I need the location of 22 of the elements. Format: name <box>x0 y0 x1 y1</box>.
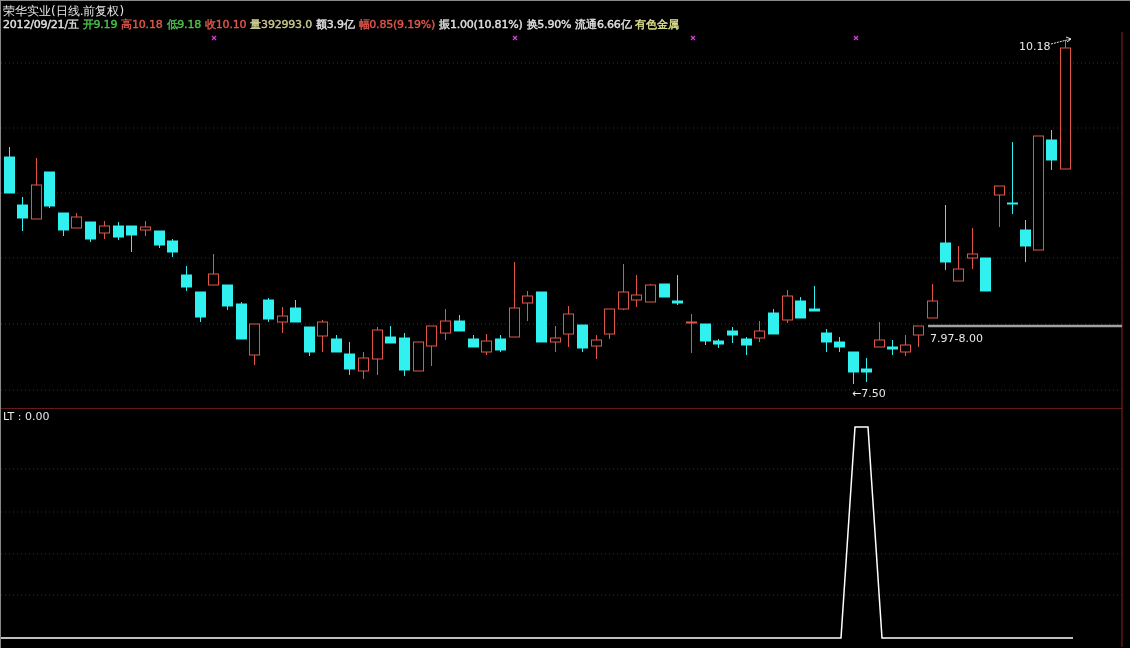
quote-value: 幅0.85(9.19%) <box>358 18 436 32</box>
cross-mark-icon <box>512 35 518 41</box>
quote-value: 高10.18 <box>121 18 163 32</box>
quote-value: 有色金属 <box>635 18 679 32</box>
quote-value: 振1.00(10.81%) <box>439 18 523 32</box>
quote-value: 2012/09/21/五 <box>3 18 79 32</box>
quote-value: 换5.90% <box>526 18 572 32</box>
arrow-icon <box>1050 36 1072 45</box>
quote-value: 收10.10 <box>205 18 247 32</box>
stock-title: 荣华实业(日线.前复权) <box>3 4 126 18</box>
quote-value: 量392993.0 <box>250 18 312 32</box>
quote-value: 低9.18 <box>166 18 201 32</box>
cross-mark-icon <box>853 35 859 41</box>
quote-value: 流通6.66亿 <box>575 18 632 32</box>
indicator-label: LT : 0.00 <box>3 410 50 423</box>
quote-value: 开9.19 <box>82 18 118 32</box>
low-price-label: ←7.50 <box>852 387 886 400</box>
high-price-label: 10.18 <box>1019 40 1051 53</box>
cross-mark-icon <box>211 35 217 41</box>
quote-value: 额3.9亿 <box>316 18 355 32</box>
cross-mark-icon <box>690 35 696 41</box>
range-label: 7.97-8.00 <box>930 332 983 345</box>
